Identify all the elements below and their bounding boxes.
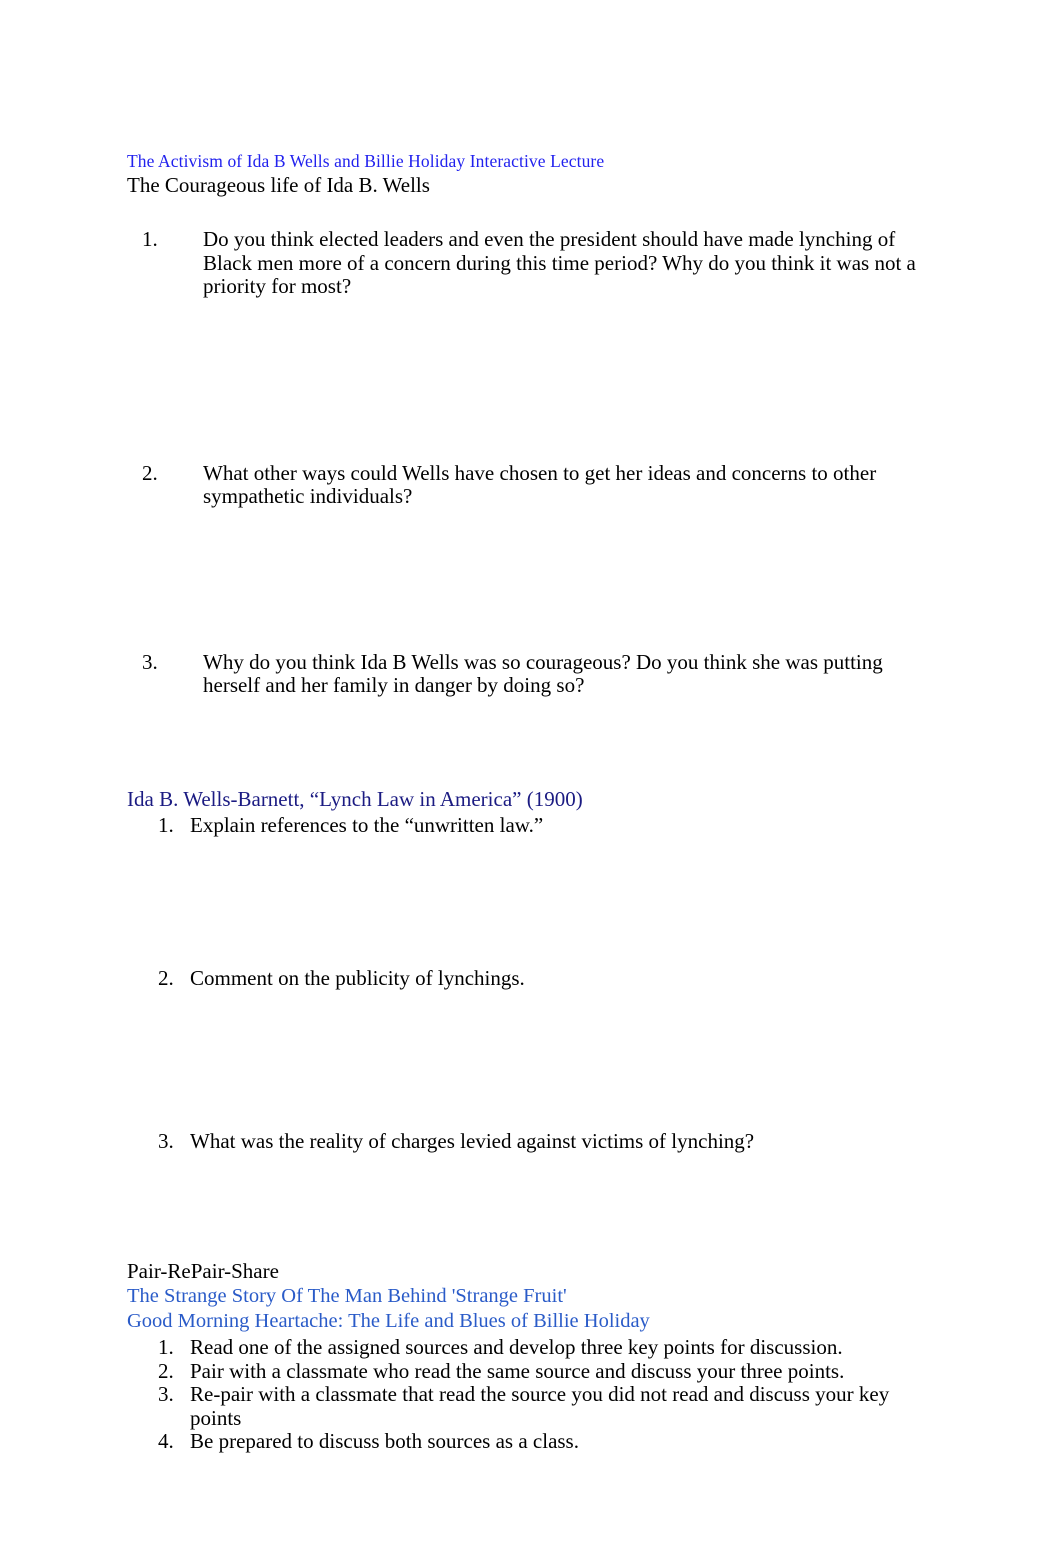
list-marker: 1. <box>158 1335 174 1359</box>
question-text: What other ways could Wells have chosen … <box>203 460 877 508</box>
list-item: 3. Re-pair with a classmate that read th… <box>158 1382 937 1430</box>
list-item: 2. What other ways could Wells have chos… <box>142 460 937 509</box>
step-text: Be prepared to discuss both sources as a… <box>190 1429 579 1453</box>
step-text: Re-pair with a classmate that read the s… <box>190 1382 890 1430</box>
question-text: Do you think elected leaders and even th… <box>203 227 916 298</box>
section-two-question-list: 1. Explain references to the “unwritten … <box>127 812 937 1154</box>
list-item: 2. Pair with a classmate who read the sa… <box>158 1358 937 1384</box>
list-marker: 3. <box>158 1128 174 1153</box>
document-page: The Activism of Ida B Wells and Billie H… <box>0 0 1062 1556</box>
list-item: 4. Be prepared to discuss both sources a… <box>158 1429 937 1454</box>
list-marker: 3. <box>142 649 158 674</box>
step-text: Pair with a classmate who read the same … <box>190 1358 845 1383</box>
section-one-question-list: 1. Do you think elected leaders and even… <box>127 227 937 698</box>
lecture-title-link[interactable]: The Activism of Ida B Wells and Billie H… <box>127 150 937 172</box>
list-item: 1. Read one of the assigned sources and … <box>158 1335 937 1360</box>
list-marker: 2. <box>142 460 158 485</box>
document-subtitle: The Courageous life of Ida B. Wells <box>127 173 430 197</box>
list-item: 1. Do you think elected leaders and even… <box>142 227 937 299</box>
list-item: 2. Comment on the publicity of lynchings… <box>158 966 937 991</box>
answer-space <box>127 991 937 1130</box>
list-marker: 2. <box>158 966 174 990</box>
strange-fruit-article-link[interactable]: The Strange Story Of The Man Behind 'Str… <box>127 1284 937 1309</box>
step-text: Read one of the assigned sources and dev… <box>190 1335 843 1359</box>
good-morning-heartache-link[interactable]: Good Morning Heartache: The Life and Blu… <box>127 1309 937 1334</box>
question-text: What was the reality of charges levied a… <box>190 1128 755 1153</box>
lynch-law-source-link[interactable]: Ida B. Wells-Barnett, “Lynch Law in Amer… <box>127 786 937 812</box>
list-marker: 4. <box>158 1429 174 1453</box>
pair-repair-share-heading: Pair-RePair-Share <box>127 1259 279 1283</box>
answer-space <box>127 509 937 651</box>
question-text: Comment on the publicity of lynchings. <box>190 966 525 990</box>
list-item: 1. Explain references to the “unwritten … <box>158 812 937 838</box>
pair-share-step-list: 1. Read one of the assigned sources and … <box>127 1335 937 1454</box>
list-marker: 1. <box>142 227 158 251</box>
list-marker: 1. <box>158 812 174 837</box>
list-item: 3. Why do you think Ida B Wells was so c… <box>142 649 937 698</box>
document-content: The Activism of Ida B Wells and Billie H… <box>127 150 937 1454</box>
list-marker: 3. <box>158 1382 174 1406</box>
answer-space <box>127 837 937 967</box>
list-item: 3. What was the reality of charges levie… <box>158 1128 937 1154</box>
question-text: Explain references to the “unwritten law… <box>190 812 544 837</box>
question-text: Why do you think Ida B Wells was so cour… <box>203 649 883 697</box>
list-marker: 2. <box>158 1358 174 1383</box>
answer-space <box>127 299 937 462</box>
